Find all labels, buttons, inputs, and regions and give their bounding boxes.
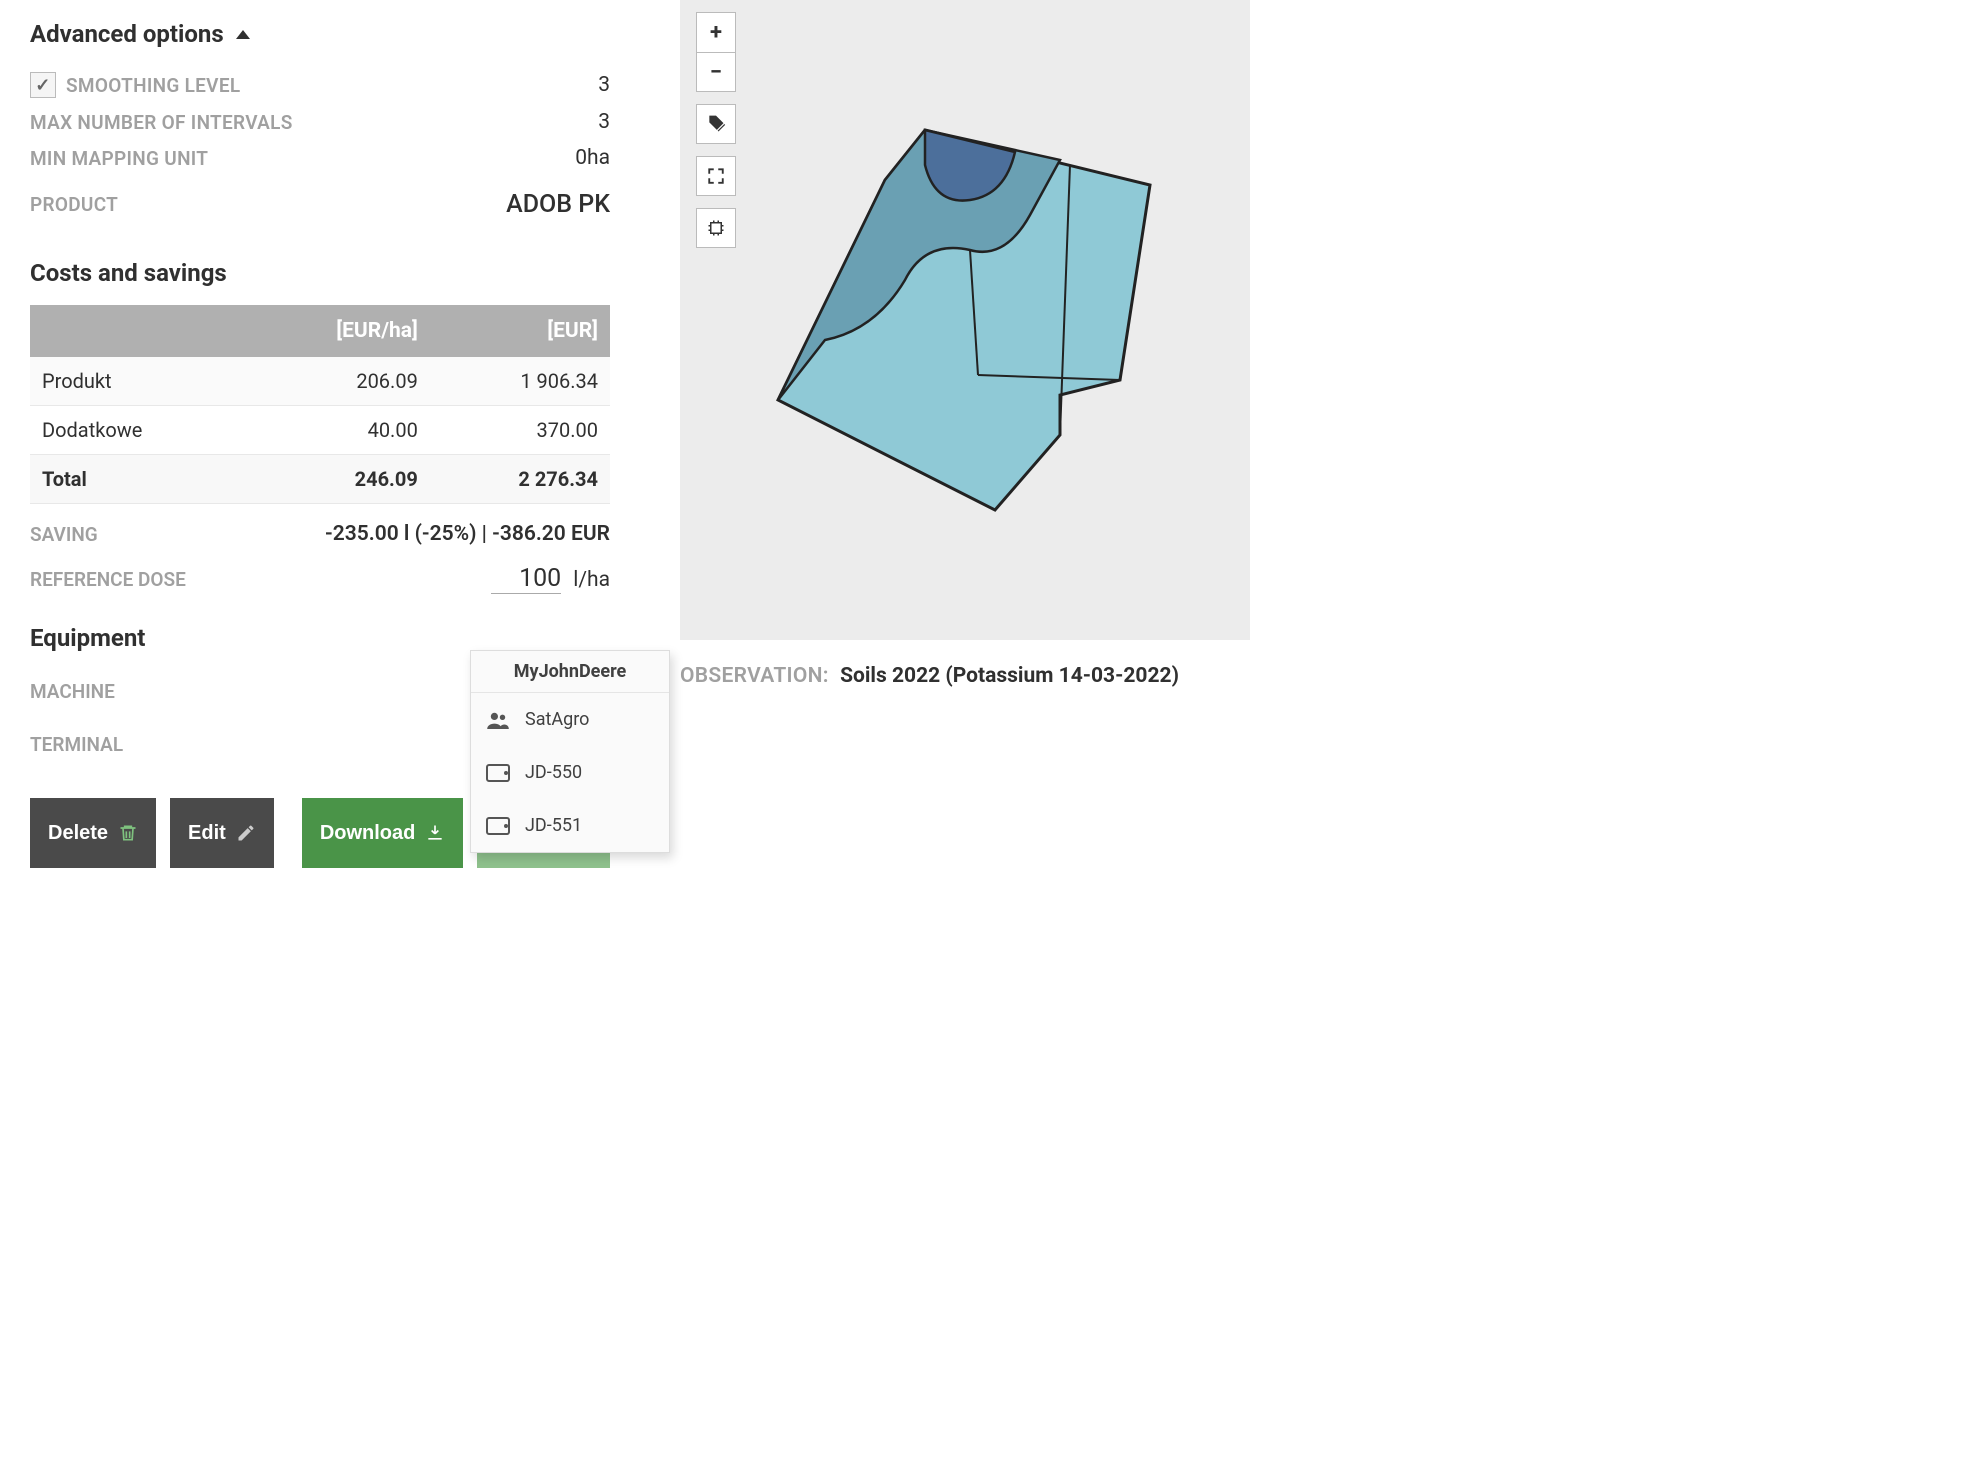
table-row: Dodatkowe 40.00 370.00 <box>30 406 610 455</box>
tablet-icon <box>485 817 511 835</box>
smoothing-checkbox[interactable]: ✓ <box>30 72 56 98</box>
fullscreen-button[interactable] <box>696 156 736 196</box>
mmu-label: MIN MAPPING UNIT <box>30 147 208 170</box>
advanced-options-title: Advanced options <box>30 20 224 48</box>
mmu-row: MIN MAPPING UNIT 0ha <box>30 140 610 176</box>
chevron-up-icon <box>236 30 250 39</box>
tags-icon <box>706 114 726 134</box>
zoom-in-button[interactable]: + <box>696 12 736 52</box>
saving-label: SAVING <box>30 523 98 546</box>
pencil-icon <box>236 823 256 843</box>
product-row: PRODUCT ADOB PK <box>30 184 610 225</box>
costs-header-total: [EUR] <box>430 305 610 357</box>
product-value: ADOB PK <box>506 190 610 219</box>
saving-row: SAVING -235.00 l (-25%) | -386.20 EUR <box>30 522 610 546</box>
advanced-options-header[interactable]: Advanced options <box>30 20 610 48</box>
download-button[interactable]: Download <box>302 798 464 868</box>
tablet-icon <box>485 764 511 782</box>
costs-header-name <box>30 305 246 357</box>
product-label: PRODUCT <box>30 193 118 216</box>
fullscreen-icon <box>707 167 725 185</box>
smoothing-label: SMOOTHING LEVEL <box>66 74 240 97</box>
costs-header-perha: [EUR/ha] <box>246 305 429 357</box>
trash-icon <box>118 823 138 843</box>
smoothing-row: ✓ SMOOTHING LEVEL 3 <box>30 66 610 104</box>
edit-button[interactable]: Edit <box>170 798 274 868</box>
processor-icon <box>707 219 725 237</box>
intervals-value: 3 <box>598 110 610 134</box>
equipment-title: Equipment <box>30 624 610 652</box>
download-icon <box>425 823 445 843</box>
mmu-value: 0ha <box>575 146 610 170</box>
field-polygon <box>770 105 1170 525</box>
dropdown-item-satagro[interactable]: SatAgro <box>471 693 669 746</box>
saving-value: -235.00 l (-25%) | -386.20 EUR <box>325 522 610 546</box>
dropdown-header: MyJohnDeere <box>471 651 669 693</box>
intervals-row: MAX NUMBER OF INTERVALS 3 <box>30 104 610 140</box>
delete-button[interactable]: Delete <box>30 798 156 868</box>
observation-row: OBSERVATION: Soils 2022 (Potassium 14-03… <box>680 662 1280 691</box>
zoom-out-button[interactable]: − <box>696 52 736 92</box>
refdose-row: REFERENCE DOSE l/ha <box>30 564 610 594</box>
group-icon <box>485 711 511 729</box>
zoom-group: + − <box>696 12 736 92</box>
table-row-total: Total 246.09 2 276.34 <box>30 455 610 504</box>
dropdown-item-jd550[interactable]: JD-550 <box>471 746 669 799</box>
observation-label: OBSERVATION: <box>680 664 829 688</box>
table-row: Produkt 206.09 1 906.34 <box>30 357 610 406</box>
send-to-dropdown: MyJohnDeere SatAgro JD-550 JD-551 <box>470 650 670 853</box>
costs-table: [EUR/ha] [EUR] Produkt 206.09 1 906.34 D… <box>30 305 610 504</box>
observation-value: Soils 2022 (Potassium 14-03-2022) <box>840 664 1179 688</box>
smoothing-value: 3 <box>598 73 610 97</box>
terminal-label: TERMINAL <box>30 733 123 756</box>
refdose-unit: l/ha <box>573 568 610 592</box>
refdose-input[interactable] <box>491 564 561 594</box>
intervals-label: MAX NUMBER OF INTERVALS <box>30 111 293 134</box>
tags-button[interactable] <box>696 104 736 144</box>
map-area[interactable]: + − <box>680 0 1250 640</box>
processor-button[interactable] <box>696 208 736 248</box>
dropdown-item-jd551[interactable]: JD-551 <box>471 799 669 852</box>
costs-title: Costs and savings <box>30 259 610 287</box>
refdose-label: REFERENCE DOSE <box>30 568 186 591</box>
